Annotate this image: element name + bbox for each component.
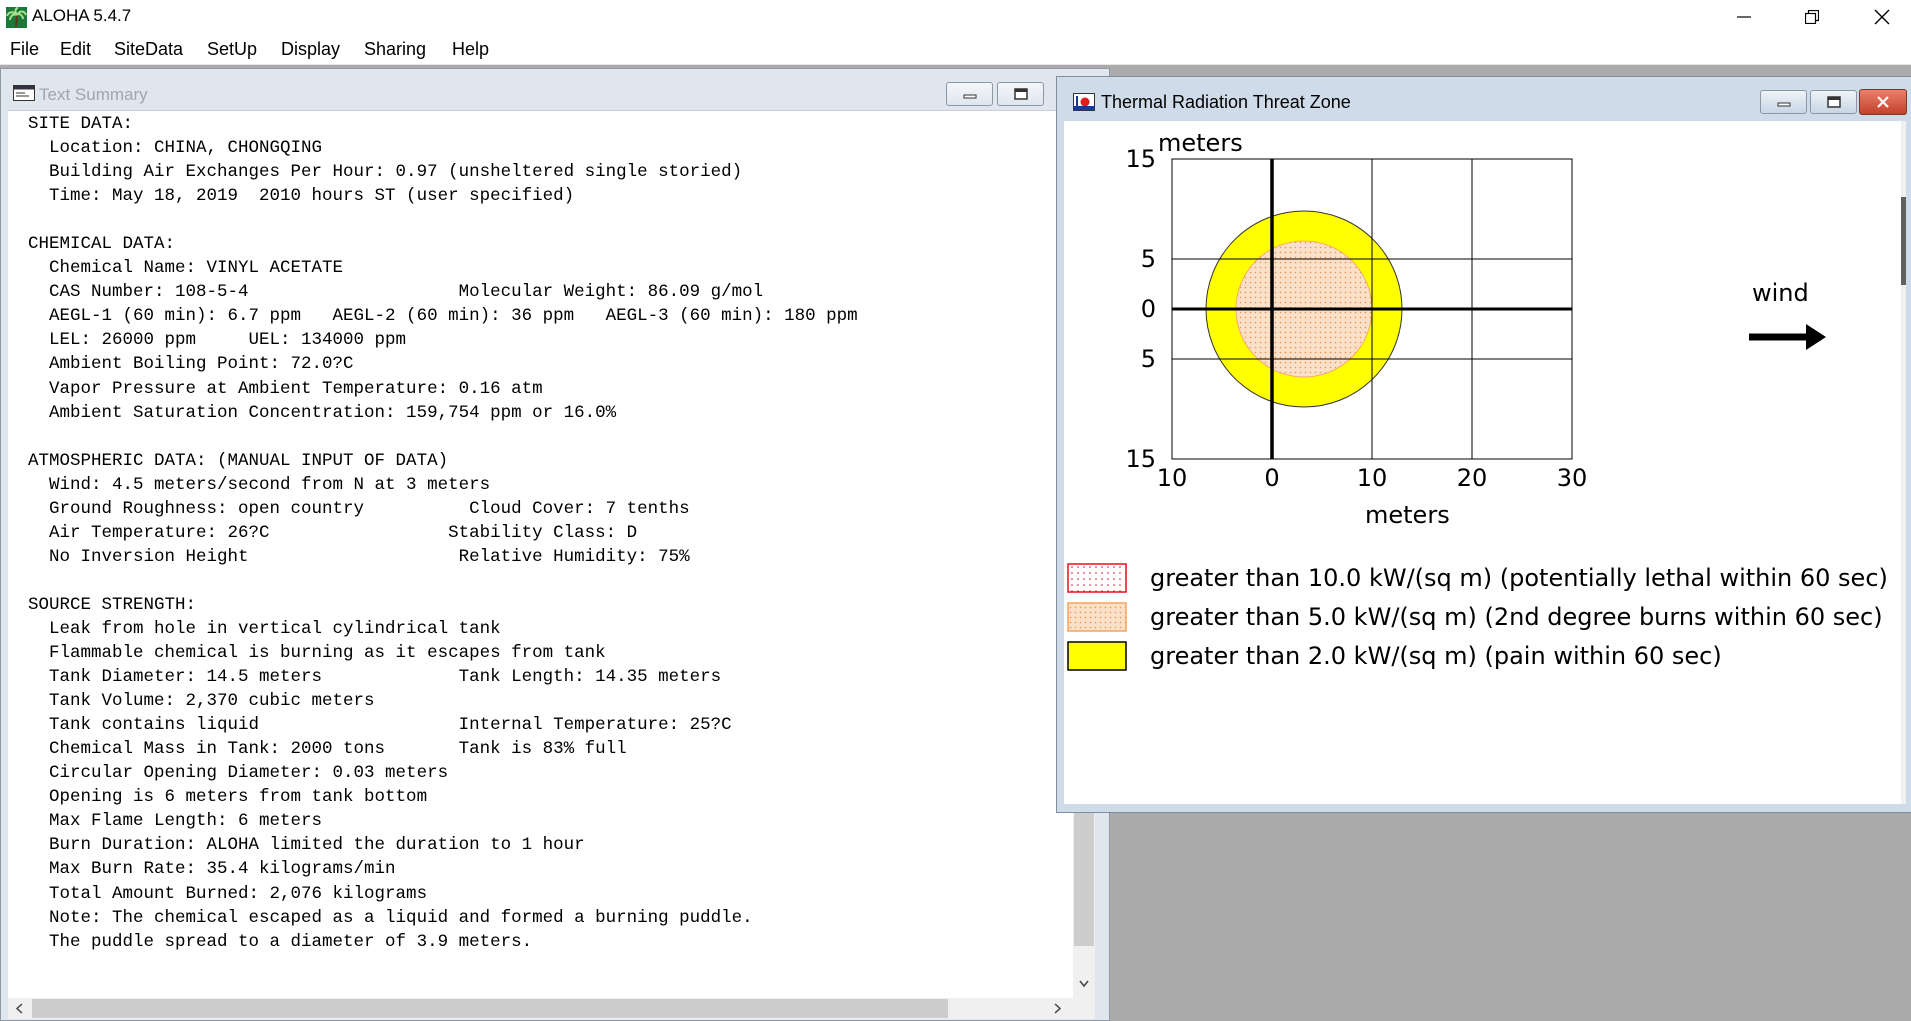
summary-line: Flammable chemical is burning as it esca… [28, 643, 606, 664]
summary-line: CAS Number: 108-5-4 Molecular Weight: 86… [28, 282, 764, 303]
summary-line: Air Temperature: 26?C Stability Class: D [28, 522, 638, 543]
summary-line: Time: May 18, 2019 2010 hours ST (user s… [28, 186, 575, 207]
app-titlebar: ALOHA 5.4.7 [0, 0, 1911, 34]
wind-arrow-icon [1749, 324, 1826, 350]
summary-line: Location: CHINA, CHONGQING [28, 138, 323, 159]
summary-line: Tank Diameter: 14.5 meters Tank Length: … [28, 667, 722, 688]
legend: greater than 10.0 kW/(sq m) (potentially… [1067, 563, 1888, 671]
summary-line: AEGL-1 (60 min): 6.7 ppm AEGL-2 (60 min)… [28, 306, 858, 327]
menu-file[interactable]: File [10, 39, 39, 60]
scroll-right-arrow-icon[interactable] [1053, 1003, 1061, 1014]
close-button[interactable] [1852, 0, 1911, 34]
legend-swatch-burns [1067, 602, 1127, 632]
menu-sitedata[interactable]: SiteData [114, 39, 183, 60]
summary-line: Tank Volume: 2,370 cubic meters [28, 691, 375, 712]
menu-bar: File Edit SiteData SetUp Display Sharing… [0, 34, 1911, 65]
app-title: ALOHA 5.4.7 [32, 6, 132, 25]
summary-line: Note: The chemical escaped as a liquid a… [28, 907, 753, 928]
legend-label-lethal: greater than 10.0 kW/(sq m) (potentially… [1150, 564, 1888, 592]
wind-label: wind [1752, 279, 1809, 307]
text-summary-content[interactable]: SITE DATA: Location: CHINA, CHONGQING Bu… [8, 110, 1080, 999]
summary-line: Ambient Boiling Point: 72.0?C [28, 354, 354, 375]
summary-line: Ambient Saturation Concentration: 159,75… [28, 402, 617, 423]
scroll-down-arrow-icon[interactable] [1079, 980, 1089, 988]
summary-line: The puddle spread to a diameter of 3.9 m… [28, 931, 533, 952]
threat-zone-maximize-button[interactable] [1810, 90, 1857, 114]
threat-zone-vertical-scrollbar[interactable] [1901, 121, 1906, 804]
summary-line: Burn Duration: ALOHA limited the duratio… [28, 835, 585, 856]
minimize-button[interactable] [1714, 0, 1774, 34]
threat-zone-window: Thermal Radiation Threat Zone meters met… [1056, 76, 1911, 813]
x-tick-label: 0 [1264, 464, 1279, 492]
minimize-icon [1777, 102, 1790, 107]
text-summary-window: Text Summary SITE DATA: Location: CHINA,… [0, 68, 1110, 1021]
summary-line: ATMOSPHERIC DATA: (MANUAL INPUT OF DATA) [28, 450, 449, 471]
summary-line: Chemical Name: VINYL ACETATE [28, 258, 344, 279]
summary-line: Ground Roughness: open country Cloud Cov… [28, 498, 690, 519]
menu-setup[interactable]: SetUp [207, 39, 257, 60]
threat-zone-chart: meters meters 15 5 0 5 15 10 0 10 20 30 … [1067, 129, 1888, 671]
close-icon [1877, 96, 1889, 108]
close-icon [1874, 9, 1890, 25]
minimize-icon [1737, 16, 1751, 18]
y-tick-label: 15 [1125, 145, 1156, 173]
restore-button[interactable] [1782, 0, 1842, 34]
legend-label-pain: greater than 2.0 kW/(sq m) (pain within … [1150, 642, 1722, 670]
y-tick-label: 5 [1141, 245, 1156, 273]
legend-swatch-lethal [1067, 563, 1127, 593]
summary-line: SITE DATA: [28, 114, 134, 134]
threat-zone-title: Thermal Radiation Threat Zone [1101, 92, 1351, 112]
summary-line: Leak from hole in vertical cylindrical t… [28, 618, 501, 639]
summary-line: Building Air Exchanges Per Hour: 0.97 (u… [28, 162, 743, 183]
summary-line: Tank contains liquid Internal Temperatur… [28, 715, 732, 736]
summary-line: Vapor Pressure at Ambient Temperature: 0… [28, 378, 543, 399]
maximize-icon [1013, 88, 1028, 100]
horizontal-scrollbar[interactable] [8, 998, 1095, 1019]
text-summary-body: SITE DATA: Location: CHINA, CHONGQING Bu… [28, 112, 858, 954]
menu-sharing[interactable]: Sharing [364, 39, 426, 60]
text-summary-icon [13, 85, 35, 105]
menu-display[interactable]: Display [281, 39, 340, 60]
text-summary-maximize-button[interactable] [997, 82, 1044, 106]
y-axis-label: meters [1158, 129, 1243, 157]
x-tick-label: 10 [1357, 464, 1388, 492]
threat-zone-plot-area: meters meters 15 5 0 5 15 10 0 10 20 30 … [1064, 121, 1906, 804]
threat-zone-scroll-thumb[interactable] [1901, 197, 1906, 285]
x-tick-label: 20 [1457, 464, 1488, 492]
horizontal-scroll-thumb[interactable] [32, 999, 948, 1018]
summary-line: Opening is 6 meters from tank bottom [28, 787, 428, 808]
x-axis-label: meters [1365, 501, 1450, 529]
y-tick-label: 5 [1141, 345, 1156, 373]
legend-label-burns: greater than 5.0 kW/(sq m) (2nd degree b… [1150, 603, 1883, 631]
menu-help[interactable]: Help [452, 39, 489, 60]
x-tick-label: 10 [1157, 464, 1188, 492]
palm-tree-app-icon [6, 7, 27, 28]
minimize-icon [963, 94, 976, 99]
maximize-icon [1826, 96, 1841, 108]
threat-zone-close-button[interactable] [1859, 89, 1907, 115]
text-summary-title: Text Summary [39, 85, 148, 104]
threat-zone-minimize-button[interactable] [1760, 90, 1807, 114]
menu-edit[interactable]: Edit [60, 39, 91, 60]
summary-line: Chemical Mass in Tank: 2000 tons Tank is… [28, 739, 627, 760]
summary-line: LEL: 26000 ppm UEL: 134000 ppm [28, 330, 407, 351]
summary-line: Circular Opening Diameter: 0.03 meters [28, 763, 449, 784]
text-summary-minimize-button[interactable] [946, 82, 993, 106]
legend-swatch-pain [1067, 641, 1127, 671]
summary-line: Total Amount Burned: 2,076 kilograms [28, 883, 428, 904]
summary-line: Max Flame Length: 6 meters [28, 811, 323, 832]
summary-line: SOURCE STRENGTH: [28, 594, 197, 615]
y-tick-label: 0 [1141, 295, 1156, 323]
summary-line: No Inversion Height Relative Humidity: 7… [28, 546, 690, 567]
summary-line: Max Burn Rate: 35.4 kilograms/min [28, 859, 396, 880]
summary-line: Wind: 4.5 meters/second from N at 3 mete… [28, 474, 491, 495]
restore-icon [1805, 10, 1819, 24]
x-tick-label: 30 [1557, 464, 1588, 492]
summary-line: CHEMICAL DATA: [28, 234, 176, 255]
y-tick-label: 15 [1125, 445, 1156, 473]
scroll-left-arrow-icon[interactable] [16, 1003, 24, 1014]
threat-zone-icon [1073, 93, 1095, 115]
